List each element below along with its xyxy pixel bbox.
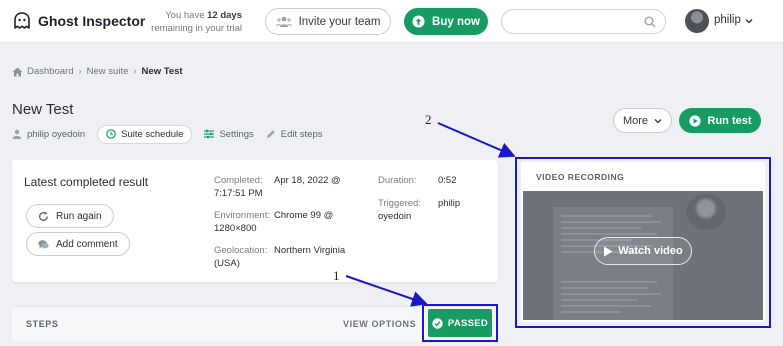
ghost-logo-icon xyxy=(14,12,30,29)
watch-video-button[interactable]: Watch video xyxy=(594,237,692,265)
add-comment-label: Add comment xyxy=(56,238,118,250)
invite-label: Invite your team xyxy=(298,15,381,28)
triggered-value: philip oyedoin xyxy=(378,198,461,222)
annotation-arrow-2 xyxy=(437,122,516,158)
search-icon xyxy=(644,16,656,28)
latest-result-card: Latest completed result Run again Add co… xyxy=(12,160,498,282)
user-icon xyxy=(12,129,22,139)
buy-label: Buy now xyxy=(432,15,480,28)
trial-notice: You have 12 days remaining in your trial xyxy=(150,9,242,35)
passed-label: PASSED xyxy=(447,317,489,329)
annotation-number-2: 2 xyxy=(425,112,432,127)
annotation-number-1: 1 xyxy=(333,268,340,283)
check-circle-icon xyxy=(432,317,443,329)
pencil-icon xyxy=(266,130,275,138)
edit-steps-label: Edit steps xyxy=(280,128,323,140)
test-meta: philip oyedoin Suite schedule Settings E… xyxy=(12,124,334,144)
result-title: Latest completed result xyxy=(24,175,149,189)
home-icon xyxy=(12,67,23,76)
clock-icon xyxy=(106,129,116,139)
add-comment-button[interactable]: Add comment xyxy=(26,232,130,256)
run-test-label: Run test xyxy=(707,114,752,127)
run-again-button[interactable]: Run again xyxy=(26,204,114,228)
chevron-down-icon[interactable] xyxy=(744,16,754,26)
breadcrumb-current: New Test xyxy=(141,66,183,77)
breadcrumb: Dashboard › New suite › New Test xyxy=(12,66,183,77)
edit-steps-link[interactable]: Edit steps xyxy=(266,128,323,140)
view-options-button[interactable]: VIEW OPTIONS xyxy=(343,319,416,329)
geolocation-value: Northern Virginia (USA) xyxy=(214,245,346,269)
invite-team-button[interactable]: Invite your team xyxy=(265,8,391,35)
user-name[interactable]: philip xyxy=(714,14,741,26)
owner-name: philip oyedoin xyxy=(27,128,86,140)
app-name: Ghost Inspector xyxy=(38,13,146,29)
breadcrumb-separator: › xyxy=(133,66,137,77)
suite-schedule-button[interactable]: Suite schedule xyxy=(97,124,193,144)
run-again-label: Run again xyxy=(56,210,102,222)
breadcrumb-suite[interactable]: New suite xyxy=(87,66,129,77)
arrow-up-circle-icon xyxy=(412,15,425,28)
video-thumbnail[interactable]: Watch video xyxy=(523,191,763,320)
settings-link[interactable]: Settings xyxy=(204,128,254,140)
video-preview-face xyxy=(686,194,726,230)
avatar[interactable] xyxy=(685,9,709,33)
environment-value: Chrome 99 @ 1280×800 xyxy=(214,210,334,234)
sliders-icon xyxy=(204,129,215,139)
steps-label: STEPS xyxy=(26,319,59,329)
search-input[interactable] xyxy=(501,9,666,34)
test-owner: philip oyedoin xyxy=(12,129,85,140)
trial-suffix: remaining in your trial xyxy=(151,23,242,34)
completed-value: Apr 18, 2022 @ 7:17:51 PM xyxy=(214,175,341,199)
run-test-button[interactable]: Run test xyxy=(679,108,761,133)
breadcrumb-dashboard[interactable]: Dashboard xyxy=(27,66,73,77)
settings-label: Settings xyxy=(219,128,254,140)
video-title: VIDEO RECORDING xyxy=(536,172,625,182)
page-title: New Test xyxy=(12,101,74,118)
trial-prefix: You have xyxy=(165,10,205,21)
play-circle-icon xyxy=(688,114,701,127)
top-bar: Ghost Inspector You have 12 days remaini… xyxy=(0,0,783,43)
more-label: More xyxy=(622,114,649,127)
passed-status-badge[interactable]: PASSED xyxy=(428,309,492,337)
duration-label: Duration: xyxy=(378,175,417,186)
breadcrumb-separator: › xyxy=(78,66,82,77)
app-logo[interactable]: Ghost Inspector xyxy=(12,11,145,31)
comment-icon xyxy=(38,239,49,249)
watch-video-label: Watch video xyxy=(618,245,683,257)
more-dropdown-button[interactable]: More xyxy=(613,108,672,133)
buy-now-button[interactable]: Buy now xyxy=(404,8,488,35)
team-icon xyxy=(275,16,292,27)
trial-days: 12 days xyxy=(207,10,242,21)
duration-value: 0:52 xyxy=(438,175,457,186)
schedule-label: Suite schedule xyxy=(121,128,184,140)
play-icon xyxy=(604,246,613,256)
chevron-down-icon xyxy=(654,118,662,123)
video-recording-card: VIDEO RECORDING Watch video xyxy=(521,162,765,322)
refresh-icon xyxy=(38,211,48,221)
